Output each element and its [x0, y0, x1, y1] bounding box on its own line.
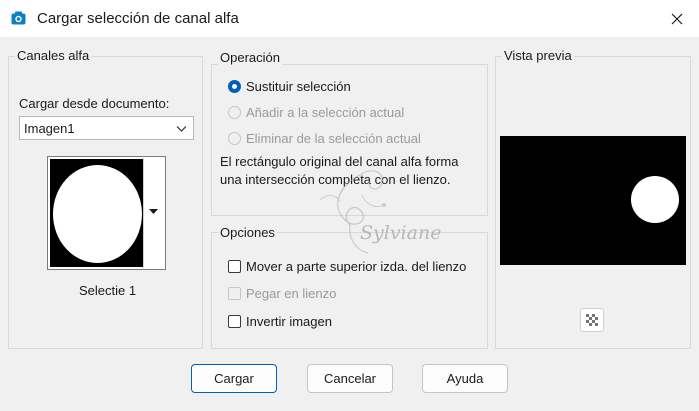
checkbox-indicator — [228, 287, 241, 300]
close-icon — [671, 13, 683, 25]
remove-from-selection-label: Eliminar de la selección actual — [246, 131, 421, 146]
caret-down-icon — [149, 209, 158, 214]
radio-indicator — [228, 132, 241, 145]
window-title: Cargar selección de canal alfa — [37, 10, 239, 27]
watermark-flourish — [319, 170, 386, 254]
checkbox-indicator — [228, 260, 241, 273]
invert-image-label: Invertir imagen — [246, 314, 332, 329]
thumbnail-dropdown-button[interactable] — [143, 158, 164, 268]
add-to-selection-label: Añadir a la selección actual — [246, 105, 405, 120]
document-dropdown[interactable]: Imagen1 — [19, 116, 194, 140]
preview-selection-circle — [631, 176, 679, 223]
radio-indicator — [228, 106, 241, 119]
replace-selection-label: Sustituir selección — [246, 79, 351, 94]
paste-on-canvas-label: Pegar en lienzo — [246, 286, 337, 301]
checkbox-indicator — [228, 315, 241, 328]
remove-from-selection-radio[interactable]: Eliminar de la selección actual — [228, 131, 421, 146]
channel-thumbnail-picker[interactable] — [47, 156, 166, 270]
paste-on-canvas-checkbox[interactable]: Pegar en lienzo — [228, 286, 336, 301]
cancel-button[interactable]: Cancelar — [307, 364, 393, 393]
close-button[interactable] — [663, 6, 691, 32]
selection-name-label: Selectie 1 — [79, 283, 137, 298]
options-legend: Opciones — [218, 225, 277, 240]
preview-legend: Vista previa — [502, 48, 574, 63]
watermark-text: Sylviane — [360, 222, 442, 244]
add-to-selection-radio[interactable]: Añadir a la selección actual — [228, 105, 404, 120]
camera-icon — [11, 11, 26, 25]
alpha-channels-legend: Canales alfa — [15, 48, 92, 63]
chevron-down-icon — [176, 126, 187, 132]
transparency-toggle-button[interactable] — [580, 308, 604, 332]
preview-canvas — [500, 136, 686, 265]
load-button[interactable]: Cargar — [191, 364, 277, 393]
load-from-document-label: Cargar desde documento: — [19, 96, 170, 111]
document-dropdown-value: Imagen1 — [24, 121, 75, 136]
channel-thumbnail — [50, 159, 144, 267]
operation-legend: Operación — [218, 50, 282, 65]
radio-indicator — [228, 80, 241, 93]
invert-image-checkbox[interactable]: Invertir imagen — [228, 314, 332, 329]
help-button[interactable]: Ayuda — [422, 364, 508, 393]
title-bar: Cargar selección de canal alfa — [0, 0, 699, 37]
replace-selection-radio[interactable]: Sustituir selección — [228, 79, 351, 94]
checkerboard-icon — [586, 314, 598, 326]
